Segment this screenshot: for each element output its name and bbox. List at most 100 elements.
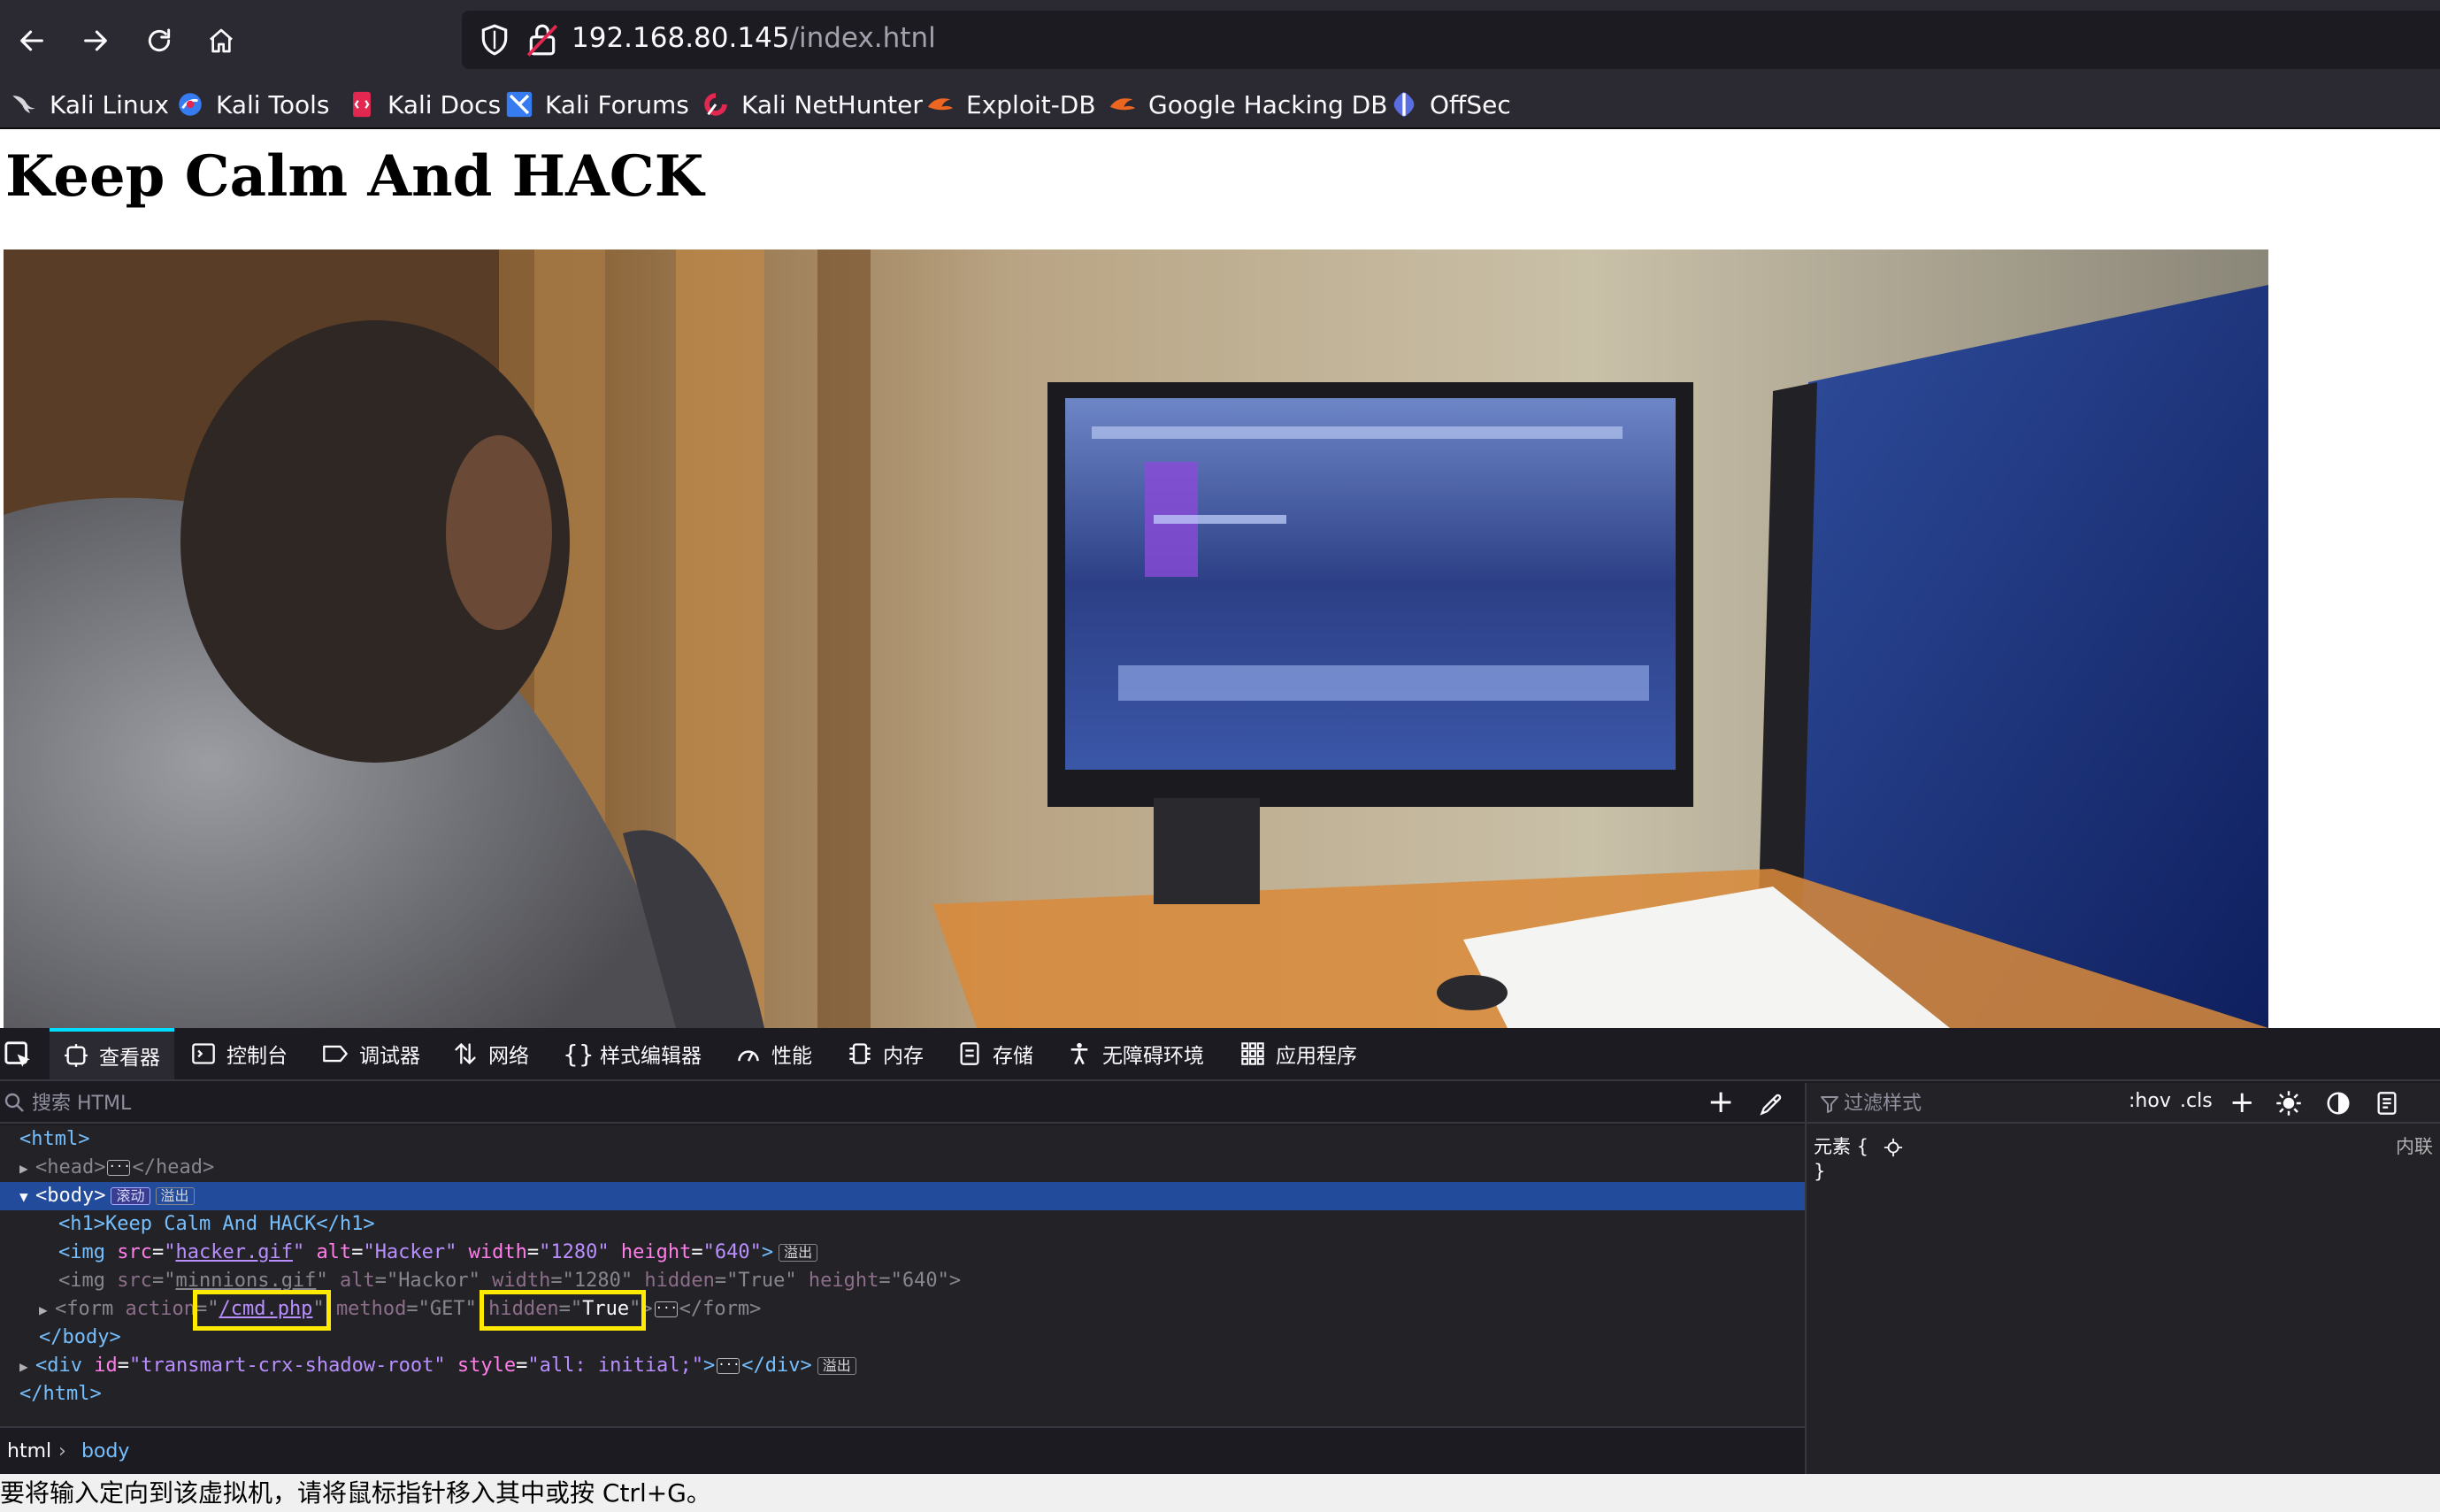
tab-console[interactable]: 控制台: [191, 1028, 288, 1079]
gear-icon[interactable]: [1884, 1138, 1903, 1157]
tab-network[interactable]: 网络: [453, 1028, 529, 1079]
hacker-gif-image: [4, 249, 2268, 1028]
node-head[interactable]: ▶ <head> ···</head>: [0, 1154, 1805, 1182]
img-alt: Hacker: [374, 1241, 446, 1263]
bookmark-kali-nethunter[interactable]: Kali NetHunter: [701, 85, 923, 124]
bookmark-google-hacking-db[interactable]: Google Hacking DB: [1108, 85, 1387, 124]
breadcrumb-html[interactable]: html: [7, 1440, 51, 1462]
tab-memory[interactable]: 内存: [848, 1028, 924, 1079]
url-text[interactable]: 192.168.80.145/index.htnl: [572, 22, 936, 54]
attr-value: "Hacker": [363, 1241, 457, 1263]
bookmark-label: Kali Docs: [387, 89, 502, 119]
node-div-shadow-root[interactable]: ▶ <div id="transmart-crx-shadow-root" sty…: [0, 1352, 1805, 1380]
html-search-input[interactable]: [32, 1088, 1677, 1118]
element-selector: 元素 {: [1814, 1136, 1869, 1157]
home-button[interactable]: [196, 16, 246, 65]
tab-label: 性能: [771, 1045, 812, 1068]
tag-h1: <h1>Keep Calm And HACK</h1>: [58, 1213, 375, 1235]
attr-value: "all: initial;": [527, 1355, 704, 1377]
tab-application[interactable]: 应用程序: [1240, 1028, 1357, 1079]
node-html[interactable]: <html>: [0, 1125, 1805, 1154]
attr-name: alt: [316, 1241, 352, 1263]
tab-label: 样式编辑器: [600, 1045, 702, 1068]
overflow-badge[interactable]: 溢出: [779, 1244, 818, 1262]
style-editor-icon: {}: [563, 1039, 595, 1069]
img-height: 640: [902, 1270, 938, 1292]
img-src-link[interactable]: minnions.gif: [175, 1270, 316, 1292]
add-rule-button[interactable]: +: [2229, 1085, 2255, 1120]
eyedropper-icon[interactable]: [1759, 1092, 1784, 1117]
bookmark-offsec[interactable]: OffSec: [1389, 85, 1511, 124]
shield-icon[interactable]: [478, 23, 511, 57]
attr-value: "1280": [562, 1270, 633, 1292]
bookmark-kali-tools[interactable]: Kali Tools: [175, 85, 329, 124]
attr-value: "1280": [539, 1241, 610, 1263]
tab-performance[interactable]: 性能: [736, 1028, 812, 1079]
tab-inspector[interactable]: 查看器: [50, 1028, 174, 1079]
arrow-left-icon: [20, 30, 43, 51]
tab-style-editor[interactable]: {} 样式编辑器: [563, 1028, 702, 1079]
node-img-hacker[interactable]: <img src="hacker.gif" alt="Hacker" width…: [0, 1239, 1805, 1267]
node-body[interactable]: ▼ <body> 滚动 溢出: [0, 1182, 1805, 1210]
attr-value: "True": [726, 1270, 797, 1292]
attr-value: "640": [890, 1270, 949, 1292]
filter-styles-input[interactable]: [1844, 1088, 2109, 1118]
tab-storage[interactable]: 存储: [957, 1028, 1033, 1079]
rules-pane: :hov .cls + 元素 { 内联 }: [1807, 1083, 2440, 1474]
bookmark-kali-linux[interactable]: Kali Linux: [9, 85, 169, 124]
print-media-icon[interactable]: [2375, 1090, 2399, 1117]
ellipsis-icon[interactable]: ···: [717, 1358, 740, 1374]
forward-button[interactable]: [71, 16, 120, 65]
bookmark-label: OffSec: [1430, 89, 1511, 119]
expand-triangle-icon[interactable]: ▶: [39, 1296, 55, 1324]
add-node-button[interactable]: +: [1707, 1086, 1734, 1118]
ellipsis-icon[interactable]: ···: [654, 1301, 678, 1317]
ghdb-icon: [1109, 98, 1136, 111]
breadcrumb: html › body: [0, 1426, 1805, 1474]
img-src-link[interactable]: hacker.gif: [175, 1241, 292, 1263]
node-h1[interactable]: <h1>Keep Calm And HACK</h1>: [0, 1210, 1805, 1239]
bookmark-kali-docs[interactable]: Kali Docs: [347, 85, 501, 124]
node-html-close[interactable]: </html>: [0, 1380, 1805, 1408]
reload-button[interactable]: [134, 16, 184, 65]
expand-triangle-icon[interactable]: ▶: [19, 1155, 35, 1183]
breadcrumb-body[interactable]: body: [81, 1440, 129, 1462]
kali-docs-icon: [353, 91, 371, 118]
attr-name: height: [808, 1270, 879, 1292]
scroll-badge[interactable]: 滚动: [111, 1187, 150, 1205]
bookmark-label: Kali Linux: [50, 89, 169, 119]
attr-value: "hacker.gif": [164, 1241, 305, 1263]
tag-form-close: </form>: [679, 1298, 762, 1320]
bookmark-label: Kali Tools: [216, 89, 330, 119]
img-width: 1280: [550, 1241, 598, 1263]
hov-toggle-button[interactable]: :hov: [2129, 1090, 2171, 1112]
bookmarks-toolbar: Kali Linux Kali Tools Kali Docs Kali For…: [0, 81, 2440, 129]
attr-name: src: [117, 1241, 152, 1263]
attr-name: action: [125, 1298, 196, 1320]
offsec-icon: [1393, 91, 1415, 118]
insecure-lock-icon[interactable]: [526, 21, 559, 58]
element-rule[interactable]: 元素 {: [1814, 1132, 1903, 1159]
element-picker-icon[interactable]: [4, 1040, 34, 1071]
attr-value: "transmart-crx-shadow-root": [128, 1355, 446, 1377]
ellipsis-icon[interactable]: ···: [107, 1160, 131, 1176]
cls-toggle-button[interactable]: .cls: [2180, 1090, 2213, 1112]
overflow-badge[interactable]: 溢出: [817, 1357, 856, 1375]
url-bar[interactable]: 192.168.80.145/index.htnl: [462, 11, 2440, 69]
markup-tree: <html> ▶ <head> ···</head> ▼ <body> 滚动 溢出 <h1…: [0, 1125, 1805, 1426]
tab-accessibility[interactable]: 无障碍环境: [1067, 1028, 1204, 1079]
expand-triangle-icon[interactable]: ▶: [19, 1353, 35, 1381]
bookmark-label: Kali NetHunter: [741, 89, 923, 119]
tab-label: 网络: [488, 1045, 529, 1068]
filter-icon: [1821, 1096, 1838, 1113]
collapse-triangle-icon[interactable]: ▼: [19, 1183, 35, 1211]
overflow-badge[interactable]: 溢出: [155, 1187, 195, 1205]
dark-theme-icon[interactable]: [2325, 1090, 2352, 1117]
memory-icon: [849, 1043, 871, 1064]
back-button[interactable]: [7, 16, 57, 65]
devtools-tab-bar: 查看器 控制台 调试器 网络 {} 样式编辑器 性能 内存 存储 无障碍环境 应…: [0, 1028, 2440, 1081]
light-theme-icon[interactable]: [2275, 1090, 2302, 1117]
tab-debugger[interactable]: 调试器: [322, 1028, 420, 1079]
bookmark-exploit-db[interactable]: Exploit-DB: [925, 85, 1096, 124]
bookmark-kali-forums[interactable]: Kali Forums: [504, 85, 689, 124]
